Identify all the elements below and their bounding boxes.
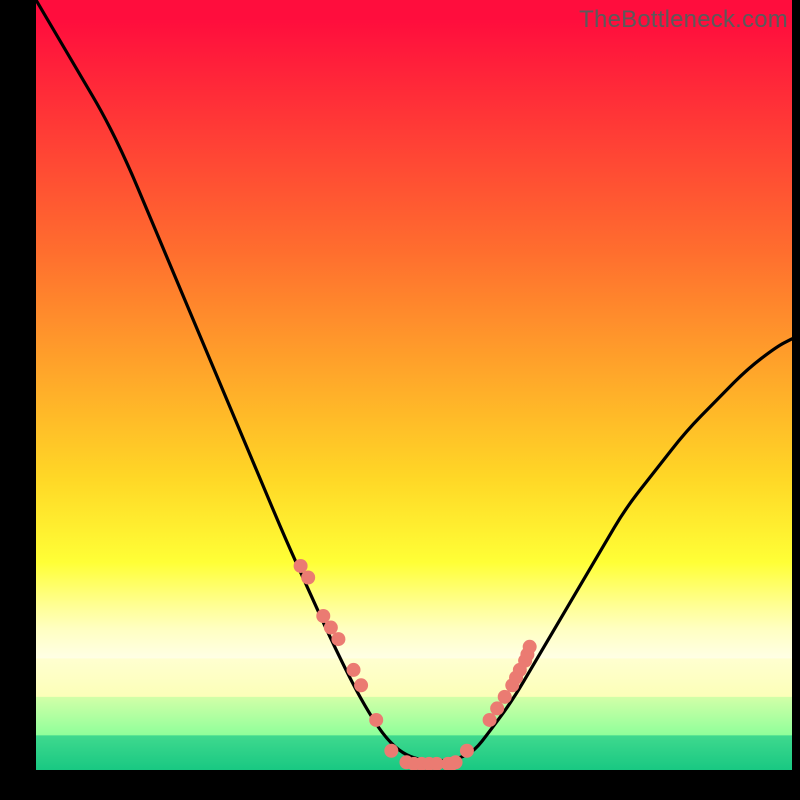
watermark-label: TheBottleneck.com bbox=[579, 6, 788, 34]
chart-container: TheBottleneck.com bbox=[0, 0, 800, 800]
bottleneck-chart bbox=[0, 0, 800, 800]
